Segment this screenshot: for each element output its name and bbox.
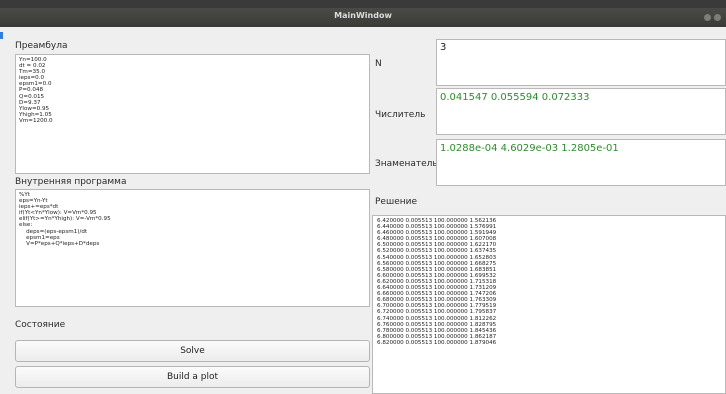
window-edge-marker [0,32,3,39]
n-label: N [375,59,382,69]
inner-program-label: Внутренняя программа [15,177,127,187]
state-label: Состояние [15,320,66,330]
solution-label: Решение [375,197,418,207]
numerator-value: 0.041547 0.055594 0.072333 [440,92,590,103]
n-value: 3 [440,42,447,53]
preamble-text: Yn=100.0 dt = 0.02 Tm=35.0 ieps=0.0 epsm… [19,57,53,124]
inner-program-editor[interactable]: %Yt eps=Yn-Yt ieps+=eps*dt if(Yt<Yn*Ylow… [15,189,370,307]
window-titlebar[interactable]: MainWindow [0,8,726,27]
window-title: MainWindow [334,11,392,20]
denominator-value: 1.0288e-04 4.6029e-03 1.2805e-01 [440,143,619,154]
close-icon[interactable] [714,14,721,21]
denominator-field[interactable]: 1.0288e-04 4.6029e-03 1.2805e-01 [436,139,726,186]
desktop-top-strip [0,0,726,8]
minimize-icon[interactable] [704,14,711,21]
n-field[interactable]: 3 [436,39,726,86]
solve-button[interactable]: Solve [15,340,370,362]
numerator-label: Числитель [375,110,426,120]
numerator-field[interactable]: 0.041547 0.055594 0.072333 [436,88,726,135]
solution-list: 6.420000 0.005513 100.000000 1.562136 6.4… [373,216,725,348]
denominator-label: Знаменатель [375,159,438,169]
build-plot-button[interactable]: Build a plot [15,366,370,388]
solution-output[interactable]: 6.420000 0.005513 100.000000 1.562136 6.4… [372,215,726,394]
preamble-editor[interactable]: Yn=100.0 dt = 0.02 Tm=35.0 ieps=0.0 epsm… [15,54,370,174]
solution-line: 6.820000 0.005513 100.000000 1.879046 [377,339,497,346]
preamble-label: Преамбула [15,41,68,51]
inner-program-text: %Yt eps=Yn-Yt ieps+=eps*dt if(Yt<Yn*Ylow… [19,192,111,247]
